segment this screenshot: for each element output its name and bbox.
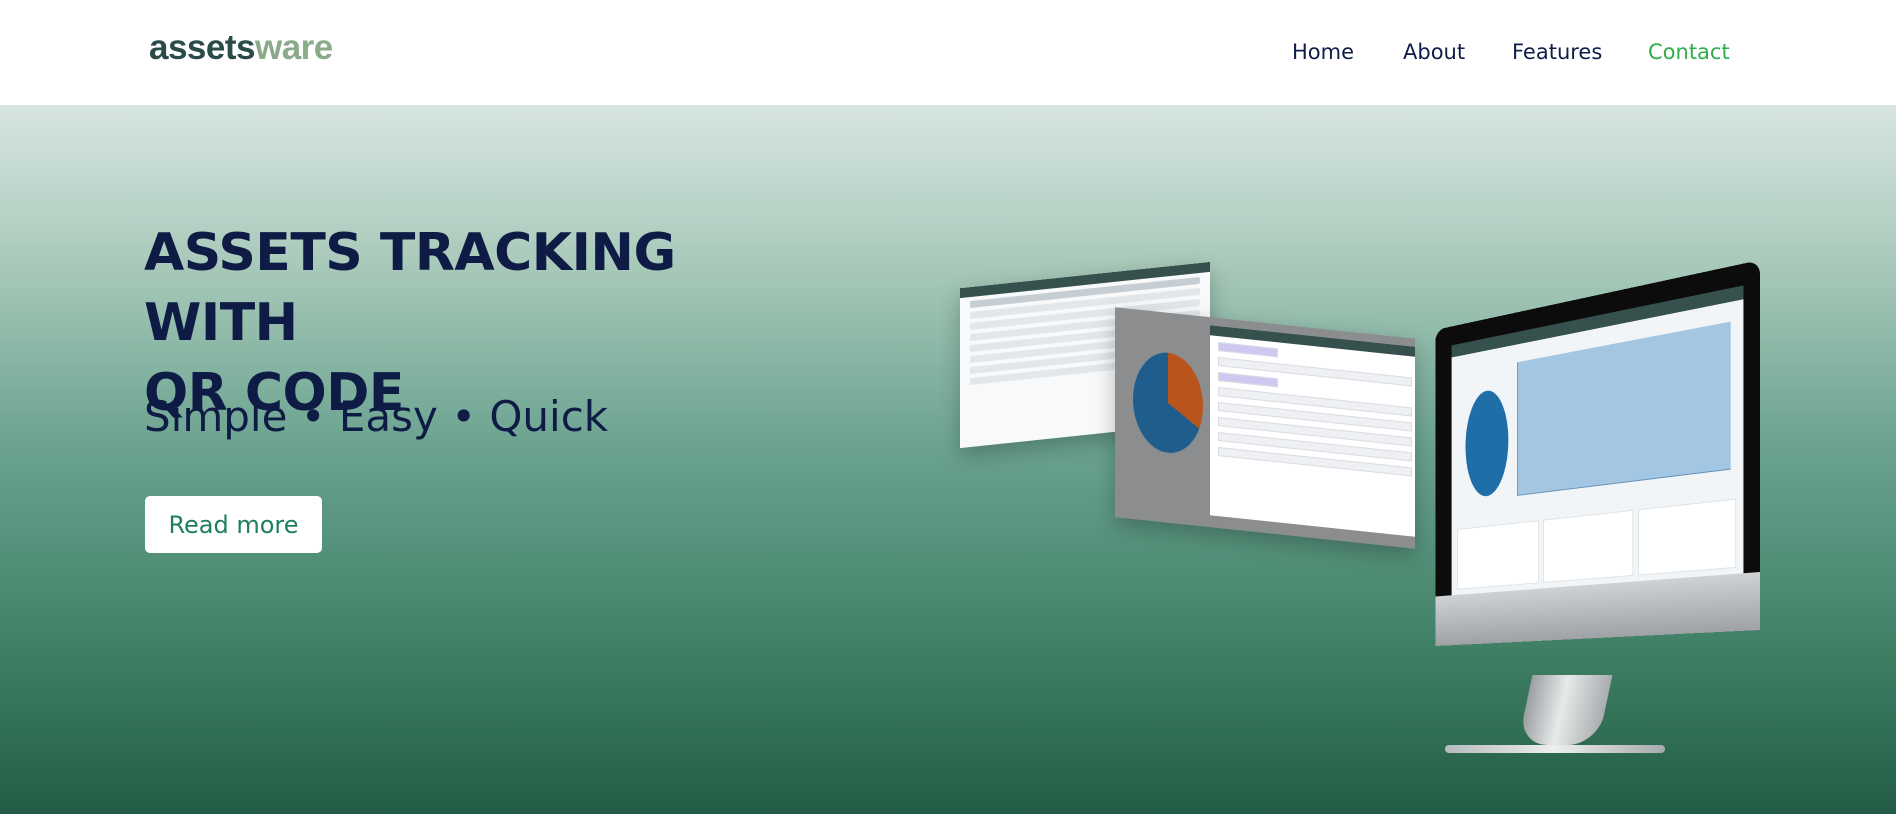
product-illustration	[940, 255, 1760, 775]
site-header: assetsware Home About Features Contact	[0, 0, 1896, 105]
nav-contact[interactable]: Contact	[1648, 40, 1730, 64]
dashboard-pie-graphic	[1465, 386, 1509, 499]
dashboard-screenshot	[1451, 285, 1744, 596]
imac-monitor	[1350, 260, 1760, 647]
nav-home[interactable]: Home	[1292, 40, 1354, 64]
hero-subtitle: Simple • Easy • Quick	[144, 392, 609, 441]
nav-features[interactable]: Features	[1512, 40, 1602, 64]
hero-section: ASSETS TRACKING WITH QR CODE Simple • Ea…	[0, 105, 1896, 814]
logo-text-ware: ware	[254, 28, 333, 67]
read-more-button[interactable]: Read more	[145, 496, 322, 553]
logo-text-assets: assets	[149, 28, 255, 67]
dashboard-area-chart-graphic	[1517, 321, 1731, 496]
brand-logo[interactable]: assetsware	[149, 28, 333, 68]
pie-chart-graphic	[1133, 349, 1203, 457]
hero-title-line1: ASSETS TRACKING WITH	[144, 223, 676, 353]
monitor-stand	[1445, 675, 1665, 755]
nav-about[interactable]: About	[1403, 40, 1465, 64]
